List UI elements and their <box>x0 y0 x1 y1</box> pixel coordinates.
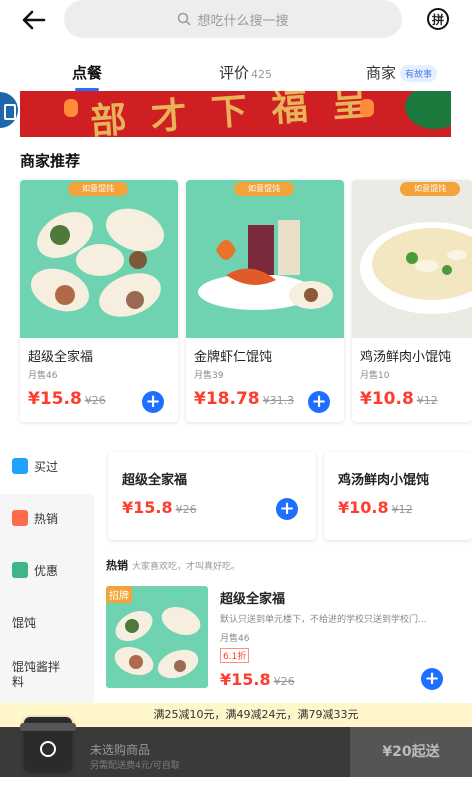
category-item-sauce[interactable]: 馄饨酱拌 料 <box>0 652 94 702</box>
bought-card[interactable]: 超级全家福 ¥15.8 ¥26 + <box>108 452 316 540</box>
lantern-decoration <box>64 99 78 117</box>
lantern-decoration <box>360 99 374 117</box>
story-badge: 有故事 <box>400 65 438 82</box>
price-value: ¥10.8 <box>360 389 414 409</box>
product-sales: 月售10 <box>360 371 390 381</box>
price-value: ¥10.8 <box>338 498 389 517</box>
tab-merchant-label: 商家 <box>366 64 397 82</box>
banner-decoration <box>405 91 451 129</box>
search-bar[interactable]: 想吃什么搜一搜 <box>64 0 402 38</box>
hot-subtitle: 大家喜欢吃，才叫真好吃。 <box>132 562 241 572</box>
product-image: 如意馄饨 <box>20 180 178 338</box>
product-name: 超级全家福 <box>28 350 94 365</box>
price-value: ¥15.8 <box>220 670 271 689</box>
hot-section-header: 热销 大家喜欢吃，才叫真好吃。 <box>106 557 240 573</box>
fire-icon <box>12 510 28 526</box>
banner-calligraphy: 部 才 下 福 呈 <box>89 91 376 137</box>
cart-bar[interactable]: 未选购商品 另需配送费4元/可自取 ¥20起送 <box>0 717 472 777</box>
product-price: ¥15.8 ¥26 <box>220 670 295 689</box>
recommend-card[interactable]: 如意馄饨 超级全家福 月售46 ¥15.8 ¥26 + <box>20 180 178 422</box>
category-label: 热销 <box>34 512 59 526</box>
category-item-wonton[interactable]: 馄饨 <box>0 600 94 650</box>
recommend-card[interactable]: 如意馄饨 鸡汤鲜肉小馄饨 月售10 ¥10.8 ¥12 <box>352 180 472 422</box>
tab-bar: 点餐 评价 425 商家 有故事 <box>0 58 472 91</box>
product-price: ¥15.8 ¥26 <box>122 498 197 517</box>
category-label: 馄饨酱拌 料 <box>12 660 61 689</box>
brand-tag: 如意馄饨 <box>234 182 294 196</box>
category-label: 买过 <box>34 460 59 474</box>
price-value: ¥18.78 <box>194 389 260 409</box>
add-to-cart-button[interactable]: + <box>142 391 164 413</box>
bag-icon <box>12 458 28 474</box>
reviews-count: 425 <box>251 68 273 81</box>
cart-lid <box>20 723 76 731</box>
product-price: ¥18.78 ¥31.3 <box>194 389 294 409</box>
search-placeholder: 想吃什么搜一搜 <box>197 13 289 29</box>
product-image: 如意馄饨 <box>352 180 472 338</box>
brand-tag: 如意馄饨 <box>68 182 128 196</box>
product-name: 鸡汤鲜肉小馄饨 <box>338 473 430 488</box>
logo-icon <box>40 741 56 757</box>
product-image[interactable]: 招牌 <box>106 586 208 688</box>
category-sidebar: 买过 热销 优惠 馄饨 馄饨酱拌 料 <box>0 444 94 706</box>
product-price: ¥10.8 ¥12 <box>360 389 438 409</box>
minimum-order-button[interactable]: ¥20起送 <box>350 727 472 777</box>
bought-card[interactable]: 鸡汤鲜肉小馄饨 ¥10.8 ¥12 <box>324 452 472 540</box>
original-price: ¥12 <box>391 503 413 516</box>
top-bar: 想吃什么搜一搜 拼 <box>0 0 472 40</box>
product-sales: 月售46 <box>28 371 58 381</box>
category-item-discount[interactable]: 优惠 <box>0 548 94 598</box>
add-to-cart-button[interactable]: + <box>421 668 443 690</box>
tab-merchant[interactable]: 商家 有故事 <box>366 62 438 83</box>
product-price: ¥15.8 ¥26 <box>28 389 106 409</box>
discount-icon <box>12 562 28 578</box>
original-price: ¥26 <box>273 675 295 688</box>
recommend-card[interactable]: 如意馄饨 金牌虾仁馄饨 月售39 ¥18.78 ¥31.3 + <box>186 180 344 422</box>
category-label: 馄饨 <box>12 616 37 630</box>
cart-status: 未选购商品 <box>90 743 151 757</box>
product-description: 默认只送到单元楼下，不给进的学校只送到学校门... <box>220 615 427 625</box>
dumplings-illustration <box>30 208 165 317</box>
delivery-fee: 另需配送费4元/可自取 <box>90 761 180 771</box>
product-name: 超级全家福 <box>122 473 188 488</box>
price-value: ¥15.8 <box>28 389 82 409</box>
tab-reviews[interactable]: 评价 425 <box>219 62 272 83</box>
group-order-icon[interactable]: 拼 <box>427 8 449 30</box>
product-name: 超级全家福 <box>220 592 286 607</box>
original-price: ¥26 <box>84 394 106 407</box>
product-sales: 月售46 <box>220 634 250 644</box>
product-name: 鸡汤鲜肉小馄饨 <box>360 350 452 365</box>
soup-bowl-illustration <box>360 222 472 314</box>
signature-tag: 招牌 <box>106 586 132 603</box>
add-to-cart-button[interactable]: + <box>276 498 298 520</box>
category-label: 优惠 <box>34 564 59 578</box>
price-value: ¥15.8 <box>122 498 173 517</box>
original-price: ¥31.3 <box>262 394 295 407</box>
bottom-spacer <box>0 777 472 792</box>
category-item-bought[interactable]: 买过 <box>0 444 94 494</box>
original-price: ¥26 <box>175 503 197 516</box>
product-image: 如意馄饨 <box>186 180 344 338</box>
shrimp-dumplings-illustration <box>198 220 333 310</box>
side-float-icon[interactable] <box>0 92 18 128</box>
product-name: 金牌虾仁馄饨 <box>194 350 273 365</box>
add-to-cart-button[interactable]: + <box>308 391 330 413</box>
product-sales: 月售39 <box>194 371 224 381</box>
promo-banner[interactable]: 部 才 下 福 呈 <box>20 91 451 137</box>
cart-icon[interactable] <box>20 717 76 771</box>
discount-tag: 6.1折 <box>220 648 250 663</box>
category-item-hot[interactable]: 热销 <box>0 496 94 546</box>
brand-tag: 如意馄饨 <box>400 182 460 196</box>
product-price: ¥10.8 ¥12 <box>338 498 413 517</box>
hot-title: 热销 <box>106 559 128 572</box>
search-icon <box>178 12 192 26</box>
tab-order[interactable]: 点餐 <box>72 62 102 83</box>
original-price: ¥12 <box>416 394 438 407</box>
back-arrow-icon[interactable] <box>20 6 48 34</box>
tab-reviews-label: 评价 <box>219 64 250 82</box>
recommend-title: 商家推荐 <box>20 152 81 170</box>
